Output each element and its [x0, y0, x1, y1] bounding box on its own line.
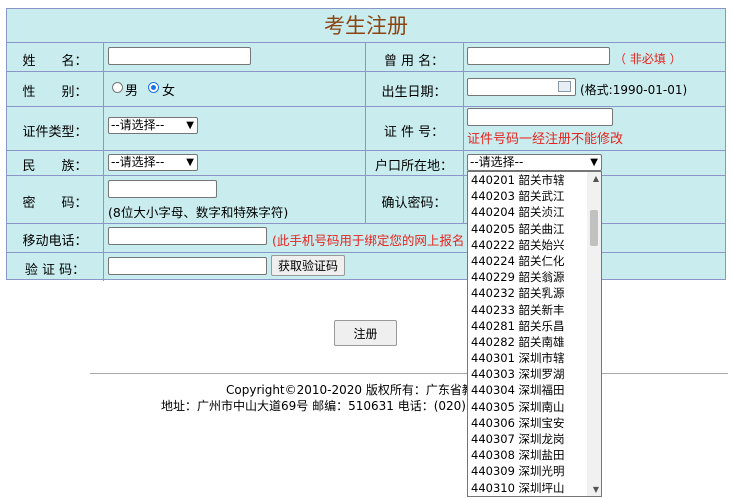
dropdown-option[interactable]: 440222 韶关始兴	[468, 237, 588, 253]
registration-form: 考生注册 姓 名： 曾 用 名： （ 非必填 ） 性 别： 男 女 出生日期： …	[6, 8, 726, 281]
optional-note: （ 非必填 ）	[614, 52, 682, 66]
chevron-down-icon: ▼	[186, 120, 194, 131]
dropdown-option[interactable]: 440233 韶关新丰	[468, 302, 588, 318]
grid-line	[7, 252, 725, 253]
dropdown-options: 440201 韶关市辖 440203 韶关武江 440204 韶关浈江 440205 …	[468, 172, 588, 496]
dropdown-option[interactable]: 440201 韶关市辖	[468, 172, 588, 188]
dropdown-option[interactable]: 440308 深圳盐田	[468, 447, 588, 463]
page-title: 考生注册	[7, 9, 725, 43]
dropdown-option[interactable]: 440203 韶关武江	[468, 188, 588, 204]
id-type-select[interactable]: --请选择-- ▼	[108, 117, 198, 134]
ethnic-select-value: --请选择--	[111, 155, 165, 169]
grid-line	[103, 43, 104, 281]
grid-line	[7, 106, 725, 107]
hukou-label: 户口所在地：	[374, 159, 453, 174]
scroll-down-icon[interactable]: ▼	[593, 485, 599, 494]
hukou-dropdown-list[interactable]: 440201 韶关市辖 440203 韶关武江 440204 韶关浈江 440205 …	[467, 171, 602, 497]
password-label: 密 码：	[22, 196, 88, 211]
id-type-label: 证件类型：	[22, 125, 88, 140]
dropdown-option[interactable]: 440307 深圳龙岗	[468, 431, 588, 447]
dropdown-option[interactable]: 440306 深圳宝安	[468, 415, 588, 431]
chevron-down-icon: ▼	[186, 157, 194, 168]
calendar-icon[interactable]	[558, 81, 571, 92]
gender-male-label: 男	[125, 84, 139, 99]
chevron-down-icon: ▼	[590, 157, 598, 168]
password-hint: (8位大小字母、数字和特殊字符)	[108, 205, 289, 220]
dropdown-option[interactable]: 440305 深圳南山	[468, 399, 588, 415]
mobile-hint: (此手机号码用于绑定您的网上报名	[272, 233, 465, 248]
former-name-input[interactable]	[467, 47, 610, 65]
id-number-warning: 证件号码一经注册不能修改	[467, 132, 624, 147]
dropdown-option[interactable]: 440229 韶关翁源	[468, 269, 588, 285]
grid-line	[463, 43, 464, 223]
mobile-input[interactable]	[108, 227, 267, 245]
dropdown-scrollbar[interactable]: ▲ ▼	[587, 172, 601, 496]
hukou-select-value: --请选择--	[470, 155, 524, 169]
dropdown-option[interactable]: 440303 深圳罗湖	[468, 366, 588, 382]
confirm-password-label: 确认密码：	[381, 196, 447, 211]
mobile-label: 移动电话：	[22, 234, 88, 249]
scroll-up-icon[interactable]: ▲	[593, 174, 599, 183]
dropdown-option[interactable]: 440204 韶关浈江	[468, 204, 588, 220]
dropdown-option[interactable]: 440310 深圳坪山	[468, 480, 588, 496]
dropdown-option[interactable]: 440232 韶关乳源	[468, 285, 588, 301]
birth-date-label: 出生日期：	[381, 85, 447, 100]
gender-female-radio[interactable]	[148, 82, 159, 93]
dropdown-option[interactable]: 440205 韶关曲江	[468, 221, 588, 237]
captcha-label: 验 证 码：	[24, 263, 86, 278]
hukou-select[interactable]: --请选择-- ▼	[467, 154, 602, 171]
birth-format-note: (格式:1990-01-01)	[580, 83, 688, 97]
dropdown-option[interactable]: 440304 深圳福田	[468, 382, 588, 398]
ethnic-select[interactable]: --请选择-- ▼	[108, 154, 198, 171]
grid-line	[7, 175, 725, 176]
id-type-select-value: --请选择--	[111, 118, 165, 132]
footer-address: 地址：广州市中山大道69号 邮编：510631 电话：(020)38	[161, 399, 482, 413]
scrollbar-thumb[interactable]	[590, 210, 598, 246]
grid-line	[7, 223, 725, 224]
dropdown-option[interactable]: 440301 深圳市辖	[468, 350, 588, 366]
grid-line	[7, 150, 725, 151]
former-name-label: 曾 用 名：	[383, 54, 445, 69]
gender-label: 性 别：	[22, 85, 88, 100]
gender-male-radio[interactable]	[112, 82, 123, 93]
gender-female-label: 女	[162, 84, 176, 99]
name-label: 姓 名：	[22, 54, 88, 69]
footer-copyright: Copyright©2010-2020 版权所有：广东省教育	[226, 383, 486, 397]
captcha-input[interactable]	[108, 257, 267, 275]
dropdown-option[interactable]: 440281 韶关乐昌	[468, 318, 588, 334]
footer-divider	[90, 373, 728, 374]
dropdown-option[interactable]: 440309 深圳光明	[468, 463, 588, 479]
dropdown-option[interactable]: 440224 韶关仁化	[468, 253, 588, 269]
ethnic-label: 民 族：	[22, 159, 88, 174]
name-input[interactable]	[108, 47, 251, 65]
dropdown-option[interactable]: 440282 韶关南雄	[468, 334, 588, 350]
id-number-input[interactable]	[467, 108, 613, 126]
grid-line	[7, 71, 725, 72]
get-code-button[interactable]: 获取验证码	[271, 255, 345, 276]
password-input[interactable]	[108, 180, 217, 198]
register-button[interactable]: 注册	[334, 320, 397, 346]
id-number-label: 证 件 号：	[383, 125, 445, 140]
